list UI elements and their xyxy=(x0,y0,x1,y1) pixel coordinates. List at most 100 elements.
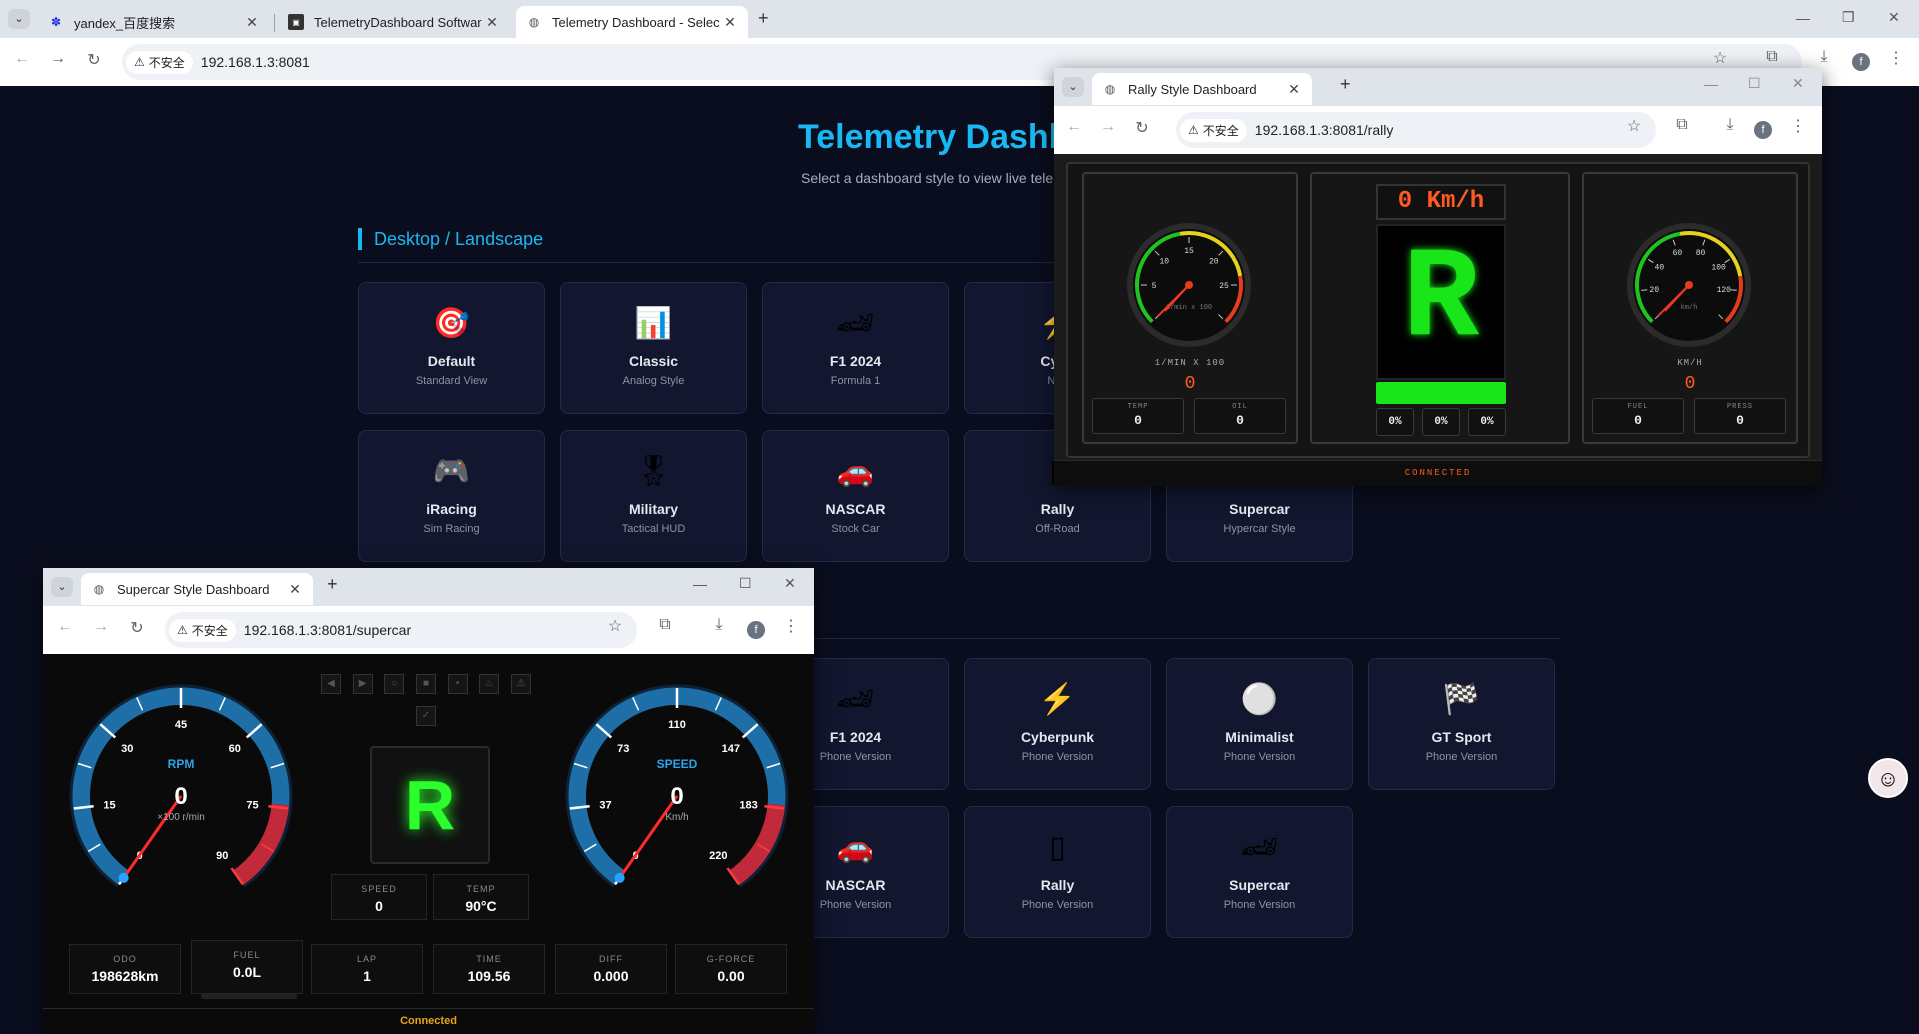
minimize-icon[interactable]: — xyxy=(693,576,707,592)
security-chip[interactable]: ⚠ 不安全 xyxy=(126,50,193,74)
rally-rpm-value: 0 xyxy=(1184,374,1196,394)
dashboard-card[interactable]: 🚗 NASCAR Stock Car xyxy=(762,430,949,562)
gauge-tick-label: 60 xyxy=(229,743,241,755)
forward-icon[interactable]: → xyxy=(89,618,113,636)
card-icon: 🎮 xyxy=(432,455,471,488)
gauge-tick-label: 30 xyxy=(121,743,133,755)
card-subtitle: Standard View xyxy=(415,375,488,387)
tab-telemetry-software[interactable]: ▣ TelemetryDashboard Softwar ✕ xyxy=(278,6,510,38)
download-icon[interactable]: ⤓ xyxy=(1718,116,1742,134)
reload-icon[interactable]: ↻ xyxy=(82,50,106,70)
card-name: Military xyxy=(628,501,678,517)
tab-supercar-dashboard[interactable]: ◍ Supercar Style Dashboard ✕ xyxy=(81,573,313,605)
profile-avatar[interactable]: f xyxy=(747,621,765,639)
rally-percent-box: 0% xyxy=(1422,408,1460,436)
card-subtitle: Phone Version xyxy=(1021,899,1094,911)
menu-icon[interactable]: ⋮ xyxy=(1884,48,1908,68)
address-bar[interactable]: ⚠ 不安全 192.168.1.3:8081/supercar xyxy=(165,612,637,648)
restore-icon[interactable]: ❐ xyxy=(1842,9,1855,26)
fuel-level-bar xyxy=(201,994,297,999)
close-icon[interactable]: ✕ xyxy=(244,14,260,31)
security-chip[interactable]: ⚠ 不安全 xyxy=(169,618,236,642)
globe-icon: ◍ xyxy=(1104,82,1116,96)
gauge-tick-label: 75 xyxy=(246,799,258,811)
bookmark-star-icon[interactable]: ☆ xyxy=(603,616,627,636)
gauge-redline-arc xyxy=(728,803,786,886)
back-icon[interactable]: ← xyxy=(10,50,34,68)
tab-baidu[interactable]: ✽ yandex_百度搜索 ✕ xyxy=(38,6,270,38)
gauge-tick-label: 45 xyxy=(175,719,187,731)
close-window-icon[interactable]: ✕ xyxy=(784,575,796,592)
extensions-icon[interactable]: ⧉ xyxy=(1670,116,1694,134)
new-tab-button[interactable]: + xyxy=(1340,74,1351,95)
tab-telemetry-dashboard[interactable]: ◍ Telemetry Dashboard - Selec ✕ xyxy=(516,6,748,38)
stat-box-diff: DIFF 0.000 xyxy=(555,944,667,994)
new-tab-button[interactable]: + xyxy=(758,8,769,29)
tab-search-button[interactable]: ⌄ xyxy=(51,577,73,597)
security-chip[interactable]: ⚠ 不安全 xyxy=(1180,118,1247,142)
close-icon[interactable]: ✕ xyxy=(484,14,500,31)
gauge-tick-label: 10 xyxy=(1159,257,1169,266)
rally-oil-box: OIL 0 xyxy=(1194,398,1286,434)
profile-avatar[interactable]: f xyxy=(1754,121,1772,139)
card-name: Rally xyxy=(1040,501,1075,517)
menu-icon[interactable]: ⋮ xyxy=(1786,116,1810,136)
card-name: F1 2024 xyxy=(829,729,882,745)
close-window-icon[interactable]: ✕ xyxy=(1888,9,1900,26)
dashboard-card[interactable]: 🏁 GT Sport Phone Version xyxy=(1368,658,1555,790)
card-subtitle: Phone Version xyxy=(819,751,892,763)
indicator-row: ◀ ▶ ○ ■ • ♨ ⚠ xyxy=(321,674,531,694)
dashboard-card[interactable]: 🎖 Military Tactical HUD xyxy=(560,430,747,562)
close-window-icon[interactable]: ✕ xyxy=(1792,75,1804,92)
back-icon[interactable]: ← xyxy=(1062,118,1086,136)
gauge-needle xyxy=(618,795,679,879)
dashboard-card[interactable]: 🏎 Supercar Phone Version xyxy=(1166,806,1353,938)
close-icon[interactable]: ✕ xyxy=(287,581,303,598)
tab-rally-dashboard[interactable]: ◍ Rally Style Dashboard ✕ xyxy=(1092,73,1312,105)
extensions-icon[interactable]: ⧉ xyxy=(1760,48,1784,66)
gauge-tick-label: 37 xyxy=(599,799,611,811)
page-subtitle: Select a dashboard style to view live te… xyxy=(801,170,1058,186)
card-icon: 🎖 xyxy=(634,455,673,488)
close-icon[interactable]: ✕ xyxy=(1286,81,1302,98)
bookmark-star-icon[interactable]: ☆ xyxy=(1622,116,1646,136)
bookmark-star-icon[interactable]: ☆ xyxy=(1708,48,1732,68)
forward-icon[interactable]: → xyxy=(1096,118,1120,136)
reload-icon[interactable]: ↻ xyxy=(1130,118,1154,138)
rally-rpm-label: 1/MIN X 100 xyxy=(1154,358,1226,368)
maximize-icon[interactable]: ☐ xyxy=(739,575,752,592)
tab-search-button[interactable]: ⌄ xyxy=(8,9,30,29)
dashboard-card[interactable]: 🎮 iRacing Sim Racing xyxy=(358,430,545,562)
extensions-icon[interactable]: ⧉ xyxy=(653,616,677,634)
download-icon[interactable]: ⤓ xyxy=(1812,48,1836,66)
forward-icon[interactable]: → xyxy=(46,50,70,68)
globe-icon: ◍ xyxy=(528,15,540,29)
section-title-desktop: Desktop / Landscape xyxy=(358,228,543,250)
dashboard-card[interactable]: ⚡ Cyberpunk Phone Version xyxy=(964,658,1151,790)
profile-avatar[interactable]: f xyxy=(1852,53,1870,71)
card-name: GT Sport xyxy=(1431,729,1492,745)
box-label: FUEL xyxy=(1627,403,1649,411)
close-icon[interactable]: ✕ xyxy=(722,14,738,31)
dashboard-card[interactable]: ▯ Rally Phone Version xyxy=(964,806,1151,938)
box-label: OIL xyxy=(1232,403,1248,411)
reload-icon[interactable]: ↻ xyxy=(125,618,149,638)
dashboard-card[interactable]: 📊 Classic Analog Style xyxy=(560,282,747,414)
minimize-icon[interactable]: — xyxy=(1796,10,1810,26)
maximize-icon[interactable]: ☐ xyxy=(1748,75,1761,92)
back-icon[interactable]: ← xyxy=(53,618,77,636)
tab-search-button[interactable]: ⌄ xyxy=(1062,77,1084,97)
minimize-icon[interactable]: — xyxy=(1704,76,1718,92)
download-icon[interactable]: ⤓ xyxy=(707,616,731,634)
dashboard-card[interactable]: 🎯 Default Standard View xyxy=(358,282,545,414)
card-name: Classic xyxy=(628,353,679,369)
address-bar[interactable]: ⚠ 不安全 192.168.1.3:8081/rally xyxy=(1176,112,1656,148)
assistant-avatar[interactable]: ☺ xyxy=(1868,758,1908,798)
card-icon: 🏁 xyxy=(1442,683,1481,716)
dashboard-card[interactable]: 🏎 F1 2024 Formula 1 xyxy=(762,282,949,414)
new-tab-button[interactable]: + xyxy=(327,574,338,595)
dashboard-card[interactable]: ⚪ Minimalist Phone Version xyxy=(1166,658,1353,790)
menu-icon[interactable]: ⋮ xyxy=(779,616,803,636)
card-icon: 🏎 xyxy=(1240,831,1279,864)
box-value: 90°C xyxy=(465,898,497,914)
